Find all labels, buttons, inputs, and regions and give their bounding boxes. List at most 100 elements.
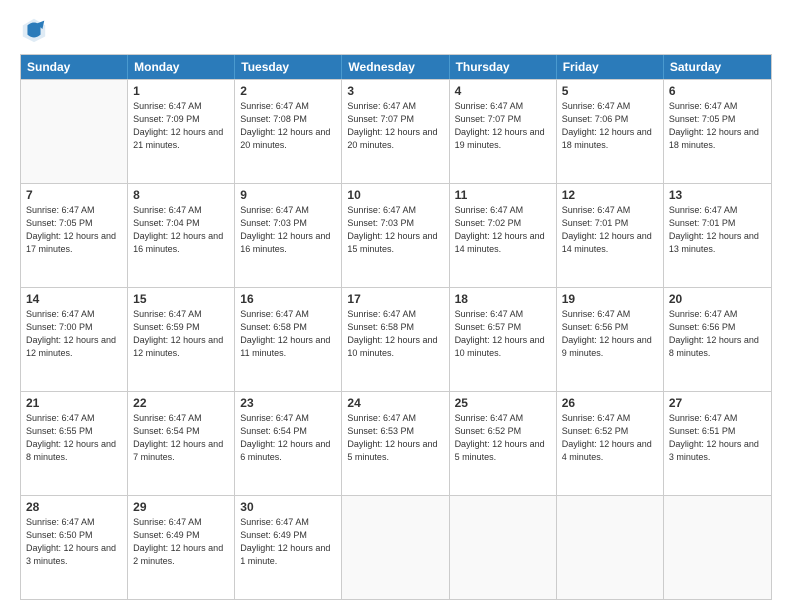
cell-info: Sunrise: 6:47 AM Sunset: 7:05 PM Dayligh… [669,100,766,152]
calendar-cell: 15 Sunrise: 6:47 AM Sunset: 6:59 PM Dayli… [128,288,235,391]
day-number: 4 [455,84,551,98]
calendar-cell: 4 Sunrise: 6:47 AM Sunset: 7:07 PM Daylig… [450,80,557,183]
day-number: 24 [347,396,443,410]
page: SundayMondayTuesdayWednesdayThursdayFrid… [0,0,792,612]
cell-info: Sunrise: 6:47 AM Sunset: 6:59 PM Dayligh… [133,308,229,360]
day-number: 2 [240,84,336,98]
calendar-cell: 13Sunrise: 6:47 AM Sunset: 7:01 PM Dayli… [664,184,771,287]
cell-info: Sunrise: 6:47 AM Sunset: 7:07 PM Dayligh… [455,100,551,152]
calendar-cell: 22 Sunrise: 6:47 AM Sunset: 6:54 PM Dayli… [128,392,235,495]
day-number: 3 [347,84,443,98]
cell-info: Sunrise: 6:47 AM Sunset: 7:08 PM Dayligh… [240,100,336,152]
calendar-cell: 16 Sunrise: 6:47 AM Sunset: 6:58 PM Dayli… [235,288,342,391]
calendar-cell [664,496,771,599]
calendar-cell: 17 Sunrise: 6:47 AM Sunset: 6:58 PM Dayli… [342,288,449,391]
cell-info: Sunrise: 6:47 AM Sunset: 6:51 PM Dayligh… [669,412,766,464]
cell-info: Sunrise: 6:47 AM Sunset: 6:56 PM Dayligh… [562,308,658,360]
cell-info: Sunrise: 6:47 AM Sunset: 6:49 PM Dayligh… [240,516,336,568]
calendar-row: 21 Sunrise: 6:47 AM Sunset: 6:55 PM Dayli… [21,391,771,495]
day-number: 14 [26,292,122,306]
day-number: 19 [562,292,658,306]
day-number: 12 [562,188,658,202]
calendar-cell [342,496,449,599]
day-number: 21 [26,396,122,410]
calendar-cell: 19 Sunrise: 6:47 AM Sunset: 6:56 PM Dayli… [557,288,664,391]
day-number: 11 [455,188,551,202]
cell-info: Sunrise: 6:47 AM Sunset: 7:07 PM Dayligh… [347,100,443,152]
calendar: SundayMondayTuesdayWednesdayThursdayFrid… [20,54,772,600]
day-number: 27 [669,396,766,410]
day-number: 10 [347,188,443,202]
calendar-cell: 18Sunrise: 6:47 AM Sunset: 6:57 PM Dayli… [450,288,557,391]
cell-info: Sunrise: 6:47 AM Sunset: 6:55 PM Dayligh… [26,412,122,464]
header-day-thursday: Thursday [450,55,557,79]
calendar-cell: 8 Sunrise: 6:47 AM Sunset: 7:04 PM Daylig… [128,184,235,287]
calendar-cell: 27 Sunrise: 6:47 AM Sunset: 6:51 PM Dayli… [664,392,771,495]
header-day-sunday: Sunday [21,55,128,79]
header [20,16,772,44]
cell-info: Sunrise: 6:47 AM Sunset: 7:01 PM Dayligh… [562,204,658,256]
header-day-monday: Monday [128,55,235,79]
day-number: 28 [26,500,122,514]
header-day-saturday: Saturday [664,55,771,79]
calendar-cell: 14 Sunrise: 6:47 AM Sunset: 7:00 PM Dayli… [21,288,128,391]
cell-info: Sunrise: 6:47 AM Sunset: 7:05 PM Dayligh… [26,204,122,256]
cell-info: Sunrise: 6:47 AM Sunset: 6:57 PM Dayligh… [455,308,551,360]
day-number: 6 [669,84,766,98]
day-number: 23 [240,396,336,410]
day-number: 29 [133,500,229,514]
cell-info: Sunrise: 6:47 AM Sunset: 6:49 PM Dayligh… [133,516,229,568]
calendar-cell: 20Sunrise: 6:47 AM Sunset: 6:56 PM Dayli… [664,288,771,391]
calendar-row: 7 Sunrise: 6:47 AM Sunset: 7:05 PM Daylig… [21,183,771,287]
day-number: 22 [133,396,229,410]
cell-info: Sunrise: 6:47 AM Sunset: 6:52 PM Dayligh… [455,412,551,464]
day-number: 17 [347,292,443,306]
calendar-row: 1 Sunrise: 6:47 AM Sunset: 7:09 PM Daylig… [21,79,771,183]
calendar-cell: 6 Sunrise: 6:47 AM Sunset: 7:05 PM Daylig… [664,80,771,183]
calendar-cell [21,80,128,183]
calendar-row: 14 Sunrise: 6:47 AM Sunset: 7:00 PM Dayli… [21,287,771,391]
calendar-cell: 21 Sunrise: 6:47 AM Sunset: 6:55 PM Dayli… [21,392,128,495]
calendar-cell: 30 Sunrise: 6:47 AM Sunset: 6:49 PM Dayli… [235,496,342,599]
cell-info: Sunrise: 6:47 AM Sunset: 7:03 PM Dayligh… [347,204,443,256]
cell-info: Sunrise: 6:47 AM Sunset: 7:04 PM Dayligh… [133,204,229,256]
calendar-cell: 5Sunrise: 6:47 AM Sunset: 7:06 PM Daylig… [557,80,664,183]
cell-info: Sunrise: 6:47 AM Sunset: 7:09 PM Dayligh… [133,100,229,152]
day-number: 8 [133,188,229,202]
calendar-cell: 11Sunrise: 6:47 AM Sunset: 7:02 PM Dayli… [450,184,557,287]
day-number: 16 [240,292,336,306]
logo-icon [20,16,48,44]
calendar-cell: 24 Sunrise: 6:47 AM Sunset: 6:53 PM Dayli… [342,392,449,495]
cell-info: Sunrise: 6:47 AM Sunset: 6:54 PM Dayligh… [133,412,229,464]
calendar-cell [450,496,557,599]
calendar-cell: 2 Sunrise: 6:47 AM Sunset: 7:08 PM Daylig… [235,80,342,183]
day-number: 7 [26,188,122,202]
calendar-cell: 10 Sunrise: 6:47 AM Sunset: 7:03 PM Dayli… [342,184,449,287]
day-number: 9 [240,188,336,202]
cell-info: Sunrise: 6:47 AM Sunset: 6:53 PM Dayligh… [347,412,443,464]
day-number: 15 [133,292,229,306]
cell-info: Sunrise: 6:47 AM Sunset: 6:58 PM Dayligh… [347,308,443,360]
calendar-cell [557,496,664,599]
calendar-cell: 9 Sunrise: 6:47 AM Sunset: 7:03 PM Daylig… [235,184,342,287]
calendar-cell: 26Sunrise: 6:47 AM Sunset: 6:52 PM Dayli… [557,392,664,495]
calendar-cell: 3 Sunrise: 6:47 AM Sunset: 7:07 PM Daylig… [342,80,449,183]
cell-info: Sunrise: 6:47 AM Sunset: 6:58 PM Dayligh… [240,308,336,360]
calendar-cell: 25 Sunrise: 6:47 AM Sunset: 6:52 PM Dayli… [450,392,557,495]
cell-info: Sunrise: 6:47 AM Sunset: 6:52 PM Dayligh… [562,412,658,464]
cell-info: Sunrise: 6:47 AM Sunset: 7:00 PM Dayligh… [26,308,122,360]
day-number: 1 [133,84,229,98]
header-day-wednesday: Wednesday [342,55,449,79]
calendar-cell: 12 Sunrise: 6:47 AM Sunset: 7:01 PM Dayli… [557,184,664,287]
calendar-cell: 29 Sunrise: 6:47 AM Sunset: 6:49 PM Dayli… [128,496,235,599]
calendar-row: 28Sunrise: 6:47 AM Sunset: 6:50 PM Dayli… [21,495,771,599]
calendar-cell: 28Sunrise: 6:47 AM Sunset: 6:50 PM Dayli… [21,496,128,599]
cell-info: Sunrise: 6:47 AM Sunset: 7:03 PM Dayligh… [240,204,336,256]
calendar-cell: 7 Sunrise: 6:47 AM Sunset: 7:05 PM Daylig… [21,184,128,287]
cell-info: Sunrise: 6:47 AM Sunset: 7:06 PM Dayligh… [562,100,658,152]
cell-info: Sunrise: 6:47 AM Sunset: 6:56 PM Dayligh… [669,308,766,360]
day-number: 25 [455,396,551,410]
header-day-friday: Friday [557,55,664,79]
day-number: 13 [669,188,766,202]
day-number: 30 [240,500,336,514]
